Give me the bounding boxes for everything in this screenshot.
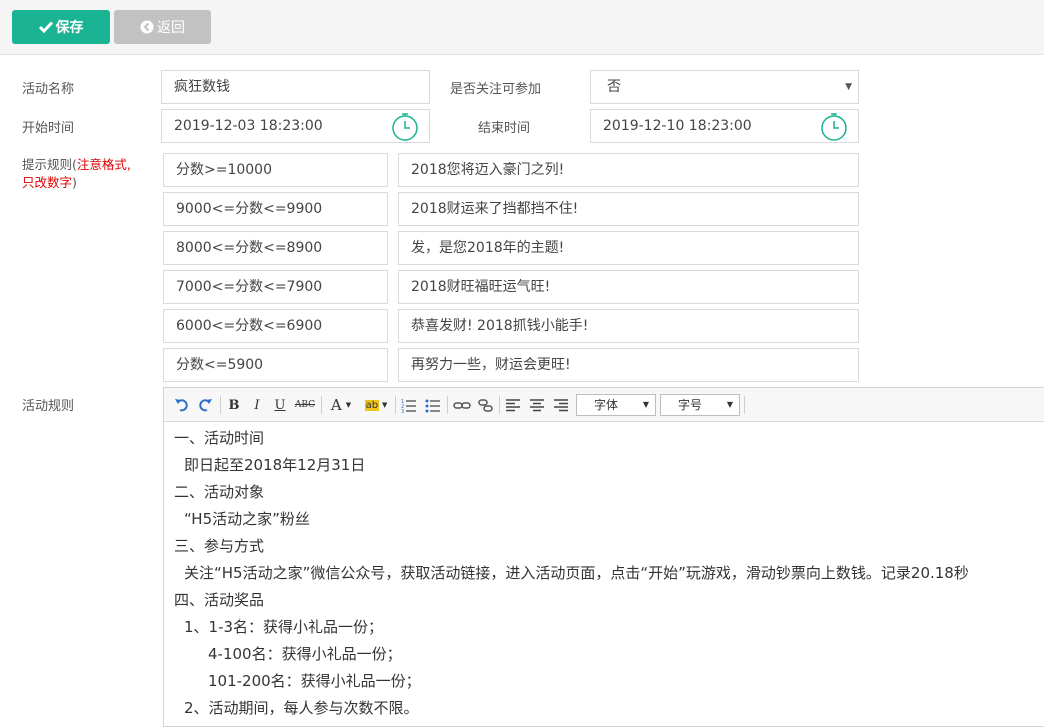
save-button-label: 保存: [55, 20, 84, 36]
rules-line: “H5活动之家”粉丝: [184, 510, 310, 528]
rules-line: 101-200名：获得小礼品一份；: [208, 672, 421, 690]
activity-name-input[interactable]: 疯狂数钱: [161, 70, 430, 104]
chevron-down-icon: ▼: [726, 400, 733, 409]
bold-icon[interactable]: B: [226, 395, 242, 415]
font-family-label: 字体: [594, 398, 619, 412]
link-icon[interactable]: [453, 395, 471, 415]
tip-range-input[interactable]: 9000<=分数<=9900: [163, 192, 388, 226]
strikethrough-icon[interactable]: ABC: [294, 395, 316, 415]
start-time-label: 开始时间: [22, 121, 75, 136]
tips-label-suffix: ): [72, 175, 77, 190]
tip-message-input[interactable]: 2018财运来了挡都挡不住!: [398, 192, 859, 226]
activity-rules-label: 活动规则: [22, 399, 75, 414]
clock-icon[interactable]: [820, 112, 848, 142]
start-time-input[interactable]: 2019-12-03 18:23:00: [161, 109, 430, 143]
tips-label-note: 注意格式,: [76, 157, 131, 172]
tip-message-input[interactable]: 2018您将迈入豪门之列!: [398, 153, 859, 187]
rules-line: 1、1-3名：获得小礼品一份；: [184, 618, 384, 636]
italic-icon[interactable]: I: [249, 395, 265, 415]
rules-editor: B I U ABC A ▼ ab ▼ 123 字体 ▼ 字号 ▼ 一、活动时间 即日…: [163, 387, 1044, 727]
toolbar-divider: [499, 396, 500, 414]
end-time-input[interactable]: 2019-12-10 18:23:00: [590, 109, 859, 143]
tip-message-input[interactable]: 再努力一些，财运会更旺!: [398, 348, 859, 382]
top-toolbar: 保存 返回: [0, 0, 1044, 55]
align-center-icon[interactable]: [529, 395, 545, 415]
undo-icon[interactable]: [174, 395, 190, 415]
font-size-dropdown[interactable]: 字号 ▼: [660, 394, 740, 416]
activity-name-label: 活动名称: [22, 82, 75, 97]
toolbar-divider: [447, 396, 448, 414]
check-icon: [38, 21, 53, 33]
rules-line: 四、活动奖品: [174, 591, 265, 609]
chevron-down-icon: ▼: [642, 400, 649, 409]
follow-required-value: 否: [607, 79, 621, 95]
align-right-icon[interactable]: [553, 395, 569, 415]
follow-required-label: 是否关注可参加: [450, 82, 542, 97]
back-arrow-icon: [140, 20, 154, 34]
toolbar-divider: [220, 396, 221, 414]
tip-range-input[interactable]: 分数<=5900: [163, 348, 388, 382]
rules-line: 二、活动对象: [174, 483, 265, 501]
svg-text:3: 3: [401, 409, 404, 415]
ordered-list-icon[interactable]: 123: [401, 395, 417, 415]
tips-label-prefix: 提示规则(: [22, 157, 77, 172]
save-button[interactable]: 保存: [12, 10, 110, 44]
tip-message-input[interactable]: 2018财旺福旺运气旺!: [398, 270, 859, 304]
rules-line: 关注“H5活动之家”微信公众号，获取活动链接，进入活动页面，点击“开始”玩游戏，…: [184, 564, 969, 582]
unlink-icon[interactable]: [477, 395, 495, 415]
end-time-label: 结束时间: [478, 121, 531, 136]
underline-icon[interactable]: U: [272, 395, 288, 415]
rules-line: 一、活动时间: [174, 429, 265, 447]
tip-range-input[interactable]: 分数>=10000: [163, 153, 388, 187]
rules-line: 三、参与方式: [174, 537, 265, 555]
clock-icon[interactable]: [391, 112, 419, 142]
highlight-color-icon[interactable]: ab ▼: [361, 395, 391, 415]
rules-line: 即日起至2018年12月31日: [184, 456, 366, 474]
start-time-value: 2019-12-03 18:23:00: [174, 118, 323, 134]
tip-message-input[interactable]: 发，是您2018年的主题!: [398, 231, 859, 265]
tip-range-input[interactable]: 7000<=分数<=7900: [163, 270, 388, 304]
font-color-icon[interactable]: A ▼: [327, 395, 355, 415]
back-button-label: 返回: [157, 20, 185, 36]
rules-line: 4-100名：获得小礼品一份；: [208, 645, 402, 663]
back-button[interactable]: 返回: [114, 10, 211, 44]
tip-message-input[interactable]: 恭喜发财! 2018抓钱小能手!: [398, 309, 859, 343]
tip-range-input[interactable]: 6000<=分数<=6900: [163, 309, 388, 343]
font-family-dropdown[interactable]: 字体 ▼: [576, 394, 656, 416]
toolbar-divider: [395, 396, 396, 414]
toolbar-divider: [321, 396, 322, 414]
bullet-list-icon[interactable]: [425, 395, 441, 415]
align-left-icon[interactable]: [505, 395, 521, 415]
editor-content[interactable]: 一、活动时间 即日起至2018年12月31日 二、活动对象 “H5活动之家”粉丝…: [164, 422, 1044, 726]
end-time-value: 2019-12-10 18:23:00: [603, 118, 752, 134]
tips-label-note-2: 只改数字: [22, 175, 73, 190]
toolbar-divider: [744, 396, 745, 414]
tips-rule-label: 提示规则(注意格式, 只改数字): [22, 156, 152, 192]
follow-required-select[interactable]: 否 ▼: [590, 70, 859, 104]
tip-range-input[interactable]: 8000<=分数<=8900: [163, 231, 388, 265]
chevron-down-icon: ▼: [845, 82, 852, 92]
editor-toolbar: B I U ABC A ▼ ab ▼ 123 字体 ▼ 字号 ▼: [164, 388, 1044, 422]
rules-line: 2、活动期间，每人参与次数不限。: [184, 699, 419, 717]
redo-icon[interactable]: [197, 395, 213, 415]
font-size-label: 字号: [678, 398, 703, 412]
